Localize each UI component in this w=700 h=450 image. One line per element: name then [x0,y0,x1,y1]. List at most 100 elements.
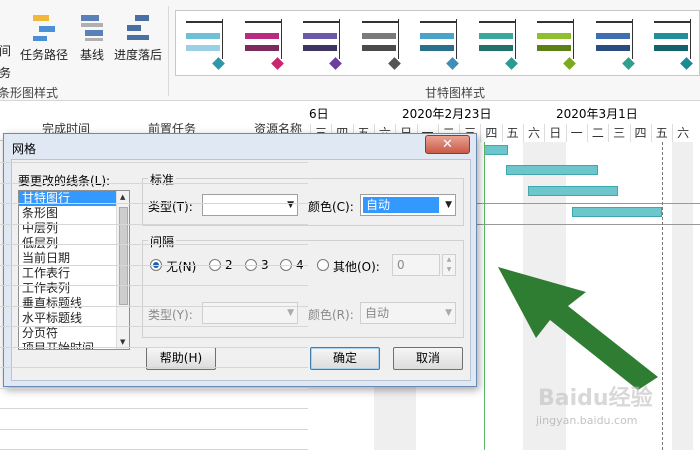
table-row-line [0,387,308,389]
style-tick [455,19,457,59]
style-tick [221,19,223,59]
style-bar-2 [595,45,630,51]
current-date-line [484,142,485,450]
gantt-style-gallery [175,10,700,76]
table-row-line [0,346,308,348]
gantt-bar[interactable] [506,165,598,175]
gantt-style-3[interactable] [301,17,342,71]
gantt-style-2[interactable] [243,17,284,71]
style-top-bar [420,21,456,23]
ok-button[interactable]: 确定 [310,347,380,370]
interval-other-radio[interactable] [317,259,329,271]
close-button[interactable]: ✕ [425,135,470,154]
style-bar-1 [420,33,454,39]
table-row-line [0,285,308,286]
close-icon: ✕ [442,137,453,152]
arrow-shape [498,267,658,390]
stepper-up-icon[interactable]: ▲ [443,255,455,265]
color-select[interactable]: 自动 ▼ [360,194,456,216]
grid-dialog: 网格 ✕ 要更改的线条(L): 甘特图行 条形图 中层列 低层列 当前日期 工作表行 工作表… [3,133,477,387]
interval-none-label: 无(N) [166,260,197,274]
list-item[interactable]: 水平标题线 [19,311,129,326]
week-label-2: 2020年2月23日 [402,107,492,121]
style-bar-1 [361,33,396,39]
style-tick [514,19,516,59]
slippage-button[interactable]: 进度落后 [112,12,164,63]
list-item[interactable]: 条形图 [19,206,129,221]
gantt-bar[interactable] [572,207,662,217]
scroll-up-icon[interactable]: ▲ [120,193,125,201]
style-milestone-icon [504,57,518,70]
interval-stepper[interactable]: ▲ ▼ [442,254,456,276]
timeline-day: 五 [501,124,523,142]
style-milestone-icon [446,57,459,70]
pointer-arrow-icon [498,267,658,390]
list-item[interactable]: 工作表列 [19,281,129,296]
interval-group-label: 间隔 [148,233,177,250]
timeline-day: 六 [523,124,544,142]
baseline-button[interactable]: 基线 [76,12,108,63]
scroll-down-icon[interactable]: ▼ [120,338,125,346]
style-top-bar [186,21,222,23]
style-tick [572,19,574,59]
style-top-bar [537,21,573,23]
cancel-button[interactable]: 取消 [393,347,463,370]
style-bar-2 [361,45,396,51]
gantt-style-6[interactable] [477,17,518,71]
style-bar-2 [186,45,220,51]
style-bar-1 [303,33,337,39]
task-path-button[interactable]: 任务路径 [18,12,70,63]
weekend-shade [672,142,694,450]
list-item[interactable]: 分页符 [19,326,129,341]
baseline-label: 基线 [79,48,104,62]
gantt-style-9[interactable] [652,17,693,71]
chevron-down-icon: ▼ [287,200,294,210]
gantt-style-5[interactable] [418,17,459,71]
timeline-day: 四 [480,124,501,142]
scroll-thumb[interactable] [119,207,128,305]
interval-color-label: 颜色(R): [308,308,354,322]
chevron-down-icon: ▼ [445,200,452,210]
type-select[interactable]: ▼ [202,194,298,216]
dialog-title: 网格 [12,142,37,156]
ribbon-partial-button[interactable]: 间 务 [0,40,12,84]
interval-other-input[interactable]: 0 [392,254,440,276]
ribbon-separator [168,6,169,96]
style-bar-1 [478,33,513,39]
stepper-down-icon[interactable]: ▼ [443,265,455,275]
style-tick [689,19,691,59]
timeline-day: 日 [544,124,565,142]
style-bar-1 [595,33,630,39]
gantt-style-1[interactable] [184,17,225,71]
style-milestone-icon [329,57,342,70]
dialog-body: 要更改的线条(L): 甘特图行 条形图 中层列 低层列 当前日期 工作表行 工作表列 垂直标题… [11,159,471,381]
style-milestone-icon [680,57,693,70]
gantt-bar[interactable] [528,186,618,196]
style-top-bar [595,21,632,23]
interval-other-value: 0 [397,258,405,272]
list-item[interactable]: 项目开始时间 [19,341,129,349]
style-milestone-icon [270,57,284,70]
table-row-line [0,244,308,245]
gantt-style-4[interactable] [360,17,401,71]
gantt-style-8[interactable] [594,17,635,71]
list-item[interactable]: 工作表行 [19,266,129,281]
list-item[interactable]: 垂直标题线 [19,296,129,311]
chevron-down-icon: ▼ [445,308,452,318]
style-bar-2 [654,45,688,51]
style-tick [280,19,282,59]
style-bar-1 [244,33,279,39]
timeline-day: 一 [565,124,587,142]
timeline-day: 六 [672,124,693,142]
interval-type-label: 类型(Y): [148,308,193,322]
gantt-bar[interactable] [484,145,508,155]
interval-color-select[interactable]: 自动 ▼ [360,302,456,324]
gantt-style-7[interactable] [535,17,576,71]
watermark-logo: Baidu经验 [538,386,653,411]
timeline-day: 五 [650,124,672,142]
table-row-line [0,326,308,327]
table-row-line [0,408,308,409]
style-top-bar [361,21,398,23]
slippage-label: 进度落后 [113,48,162,62]
style-milestone-icon [387,57,401,70]
